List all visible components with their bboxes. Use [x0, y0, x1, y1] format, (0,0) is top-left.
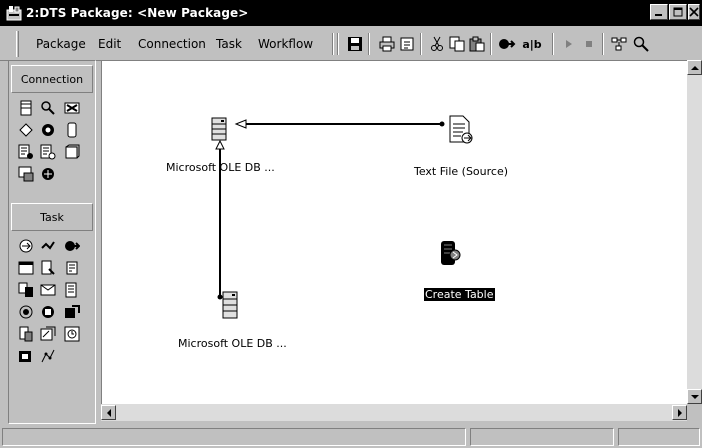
status-pane-secondary	[470, 428, 614, 446]
title-bar[interactable]: 2:DTS Package: <New Package>	[0, 0, 702, 26]
paradox-connection-icon[interactable]	[63, 121, 81, 139]
other-connection-icon[interactable]	[17, 165, 35, 183]
data-link-connection-icon[interactable]	[39, 165, 57, 183]
text-file-source-node-icon[interactable]	[448, 115, 474, 148]
text-source-connection-icon[interactable]	[17, 143, 35, 161]
toolbar-separator	[602, 33, 604, 55]
olap-task-icon[interactable]	[17, 303, 35, 321]
scroll-left-button[interactable]	[101, 405, 116, 420]
data-driven-query-task-icon[interactable]	[63, 259, 81, 277]
scroll-right-button[interactable]	[672, 405, 687, 420]
task-section-header[interactable]: Task	[11, 203, 93, 231]
cut-icon[interactable]	[428, 36, 446, 52]
horizontal-scrollbar[interactable]	[101, 404, 687, 421]
dts-package-window: 2:DTS Package: <New Package> Package Edi…	[0, 0, 702, 448]
bulk-insert-task-icon[interactable]	[63, 281, 81, 299]
properties-icon[interactable]	[398, 36, 416, 52]
copy-objects-task-icon[interactable]	[17, 281, 35, 299]
oracle-connection-icon[interactable]	[63, 143, 81, 161]
transfer-databases-task-icon[interactable]	[39, 303, 57, 321]
print-icon[interactable]	[378, 36, 396, 52]
access-connection-icon[interactable]	[17, 121, 35, 139]
transform-data-task-icon[interactable]	[63, 237, 81, 255]
transform-icon[interactable]	[498, 36, 516, 52]
status-pane-main	[2, 428, 466, 446]
sql-server-connection-icon[interactable]	[39, 99, 57, 117]
menu-workflow[interactable]: Workflow	[258, 37, 313, 51]
analysis-services-task-icon[interactable]	[39, 347, 57, 365]
dts-package-icon	[6, 5, 22, 21]
send-mail-task-icon[interactable]	[39, 281, 57, 299]
toolbar-separator	[332, 33, 334, 55]
dynamic-properties-task-icon[interactable]	[63, 325, 81, 343]
workflow-icon[interactable]: a|b	[520, 36, 544, 52]
oledb-connection-icon[interactable]	[17, 99, 35, 117]
execute-sql-task-icon[interactable]	[39, 259, 57, 277]
vertical-scrollbar[interactable]	[687, 60, 702, 404]
toolbar-separator	[552, 33, 554, 55]
toolbar-separator	[337, 33, 339, 55]
execute-package-task-icon[interactable]	[17, 347, 35, 365]
menu-package[interactable]: Package	[36, 37, 86, 51]
workflow-label: a|b	[522, 37, 542, 51]
close-button[interactable]	[688, 4, 700, 20]
menu-task[interactable]: Task	[216, 37, 242, 51]
create-table-task-icon[interactable]	[438, 239, 464, 272]
layout-icon[interactable]	[610, 36, 628, 52]
workflow-arrows	[215, 119, 445, 300]
toolbar-separator	[420, 33, 422, 55]
status-bar	[0, 426, 702, 448]
maximize-button[interactable]	[669, 4, 687, 20]
oledb-bottom-node-icon[interactable]	[221, 291, 239, 324]
object-palette: Connection Task	[8, 60, 96, 424]
execute-process-task-icon[interactable]	[17, 259, 35, 277]
text-destination-connection-icon[interactable]	[39, 143, 57, 161]
transfer-jobs-task-icon[interactable]	[17, 325, 35, 343]
text-file-source-label[interactable]: Text File (Source)	[414, 165, 508, 178]
run-icon[interactable]	[560, 36, 578, 52]
menu-grip[interactable]	[16, 31, 19, 57]
message-queue-task-icon[interactable]	[39, 325, 57, 343]
oledb-top-node-icon[interactable]	[210, 117, 228, 146]
stop-icon[interactable]	[580, 36, 598, 52]
menu-toolbar-bar: Package Edit Connection Task Workflow a|…	[0, 26, 702, 61]
toolbar-separator	[490, 33, 492, 55]
transform-arrow-tail	[439, 121, 445, 127]
menu-connection[interactable]: Connection	[138, 37, 206, 51]
toolbar-separator	[368, 33, 370, 55]
zoom-icon[interactable]	[632, 36, 650, 52]
window-title: 2:DTS Package: <New Package>	[26, 6, 249, 20]
create-table-label[interactable]: Create Table	[424, 288, 495, 301]
file-transfer-task-icon[interactable]	[17, 237, 35, 255]
excel-connection-icon[interactable]	[63, 99, 81, 117]
menu-edit[interactable]: Edit	[98, 37, 121, 51]
paste-icon[interactable]	[468, 36, 486, 52]
oledb-bottom-label[interactable]: Microsoft OLE DB ...	[178, 337, 287, 350]
dbase-connection-icon[interactable]	[39, 121, 57, 139]
oledb-top-label[interactable]: Microsoft OLE DB ...	[166, 161, 275, 174]
scrollbar-corner	[687, 404, 702, 421]
scroll-up-button[interactable]	[687, 60, 702, 75]
transform-arrow-head	[234, 119, 247, 129]
scroll-down-button[interactable]	[687, 389, 702, 404]
copy-icon[interactable]	[448, 36, 466, 52]
status-pane-tertiary	[618, 428, 700, 446]
minimize-button[interactable]	[650, 4, 668, 20]
activex-script-task-icon[interactable]	[39, 237, 57, 255]
save-icon[interactable]	[346, 36, 364, 52]
transfer-logins-task-icon[interactable]	[63, 303, 81, 321]
package-design-canvas[interactable]: Microsoft OLE DB ... Text File (Source) …	[101, 60, 702, 404]
connection-section-header[interactable]: Connection	[11, 65, 93, 93]
